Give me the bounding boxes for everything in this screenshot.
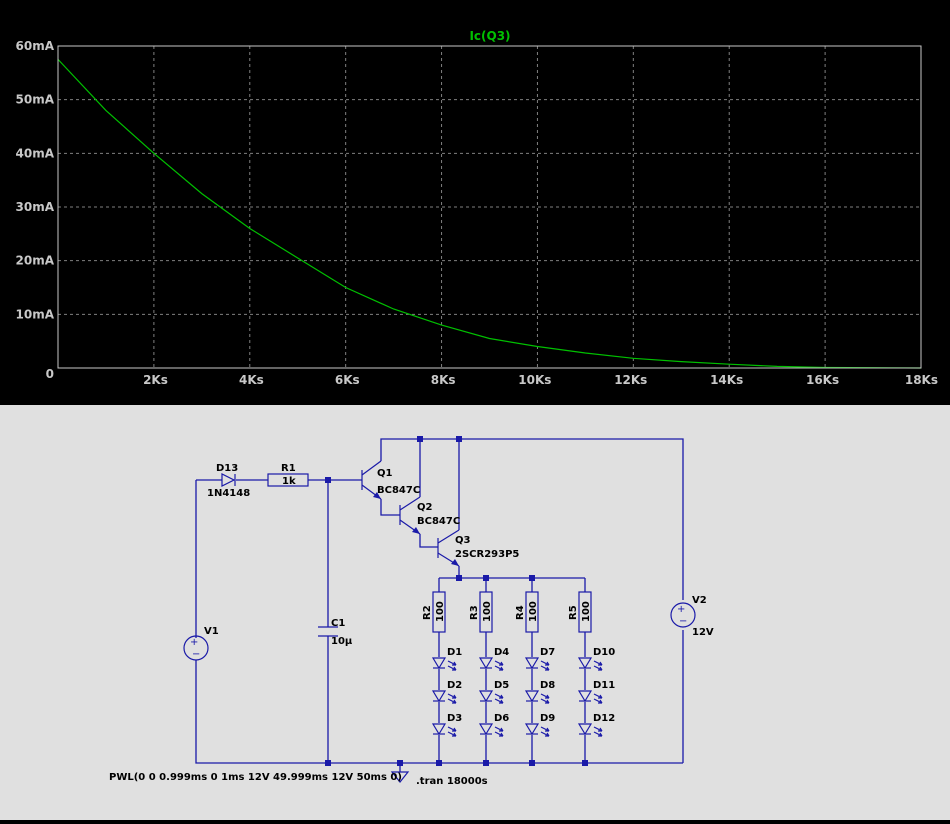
svg-text:100: 100 xyxy=(482,601,493,622)
schematic-editor[interactable]: D13 1N4148 R1 1k C1 10µ + − V1 + − V2 12… xyxy=(0,405,950,820)
svg-text:100: 100 xyxy=(435,601,446,622)
resistor-r2[interactable]: R2 100 xyxy=(422,591,446,633)
svg-text:−: − xyxy=(679,616,687,627)
svg-text:R1: R1 xyxy=(281,463,296,474)
svg-text:BC847C: BC847C xyxy=(377,485,420,496)
led-label: D10 xyxy=(593,647,615,658)
waveform-viewer[interactable]: Ic(Q3) 2Ks 4Ks 6Ks 8Ks 10Ks 12Ks 14Ks 16Ks 18Ks 0… xyxy=(0,0,950,405)
svg-text:100: 100 xyxy=(581,601,592,622)
trace-title[interactable]: Ic(Q3) xyxy=(469,29,510,43)
y-tick-label: 50mA xyxy=(16,93,55,107)
svg-text:1N4148: 1N4148 xyxy=(207,488,250,499)
led-label: D9 xyxy=(540,713,555,724)
svg-text:Q1: Q1 xyxy=(377,468,393,479)
svg-text:+: + xyxy=(190,637,198,648)
schematic-canvas[interactable]: D13 1N4148 R1 1k C1 10µ + − V1 + − V2 12… xyxy=(0,405,950,820)
led-label: D11 xyxy=(593,680,615,691)
x-tick-label: 4Ks xyxy=(239,373,264,387)
svg-text:R4: R4 xyxy=(515,605,526,620)
led-label: D7 xyxy=(540,647,555,658)
tran-directive[interactable]: .tran 18000s xyxy=(416,776,488,787)
svg-text:R3: R3 xyxy=(469,605,480,620)
transistor-q2[interactable]: Q2 BC847C xyxy=(399,496,460,535)
x-tick-label: 14Ks xyxy=(710,373,743,387)
x-tick-label: 16Ks xyxy=(806,373,839,387)
led-label: D5 xyxy=(494,680,509,691)
led-label: D2 xyxy=(447,680,462,691)
svg-text:V2: V2 xyxy=(692,595,707,606)
led-label: D4 xyxy=(494,647,509,658)
led-d3[interactable]: D3 xyxy=(431,713,462,737)
svg-text:−: − xyxy=(192,649,200,660)
led-d12[interactable]: D12 xyxy=(577,713,615,737)
svg-text:R5: R5 xyxy=(568,605,579,620)
voltage-source-v2[interactable]: + − V2 12V xyxy=(670,595,714,638)
y-tick-label: 0 xyxy=(46,367,54,381)
svg-text:R2: R2 xyxy=(422,605,433,620)
waveform-plot[interactable]: Ic(Q3) 2Ks 4Ks 6Ks 8Ks 10Ks 12Ks 14Ks 16Ks 18Ks 0… xyxy=(0,0,950,405)
trace-line[interactable] xyxy=(57,58,922,369)
svg-text:BC847C: BC847C xyxy=(417,516,460,527)
diode-d13[interactable]: D13 1N4148 xyxy=(207,463,250,499)
y-tick-label: 30mA xyxy=(16,200,55,214)
svg-text:+: + xyxy=(677,604,685,615)
led-d4[interactable]: D4 xyxy=(478,647,509,671)
pwl-directive[interactable]: PWL(0 0 0.999ms 0 1ms 12V 49.999ms 12V 5… xyxy=(109,772,402,783)
led-d2[interactable]: D2 xyxy=(431,680,462,704)
svg-text:C1: C1 xyxy=(331,618,345,629)
led-label: D12 xyxy=(593,713,615,724)
transistor-q1[interactable]: Q1 BC847C xyxy=(361,460,420,500)
x-tick-label: 18Ks xyxy=(905,373,938,387)
y-tick-label: 10mA xyxy=(16,307,55,321)
led-d5[interactable]: D5 xyxy=(478,680,509,704)
led-d1[interactable]: D1 xyxy=(431,647,462,671)
x-tick-label: 2Ks xyxy=(143,373,168,387)
led-array[interactable]: D1 D2 D3 D4 D5 D6 D7 D8 D9 D10 D11 D12 xyxy=(431,647,615,737)
led-label: D8 xyxy=(540,680,555,691)
capacitor-c1[interactable]: C1 10µ xyxy=(318,618,353,647)
led-label: D6 xyxy=(494,713,509,724)
svg-text:2SCR293P5: 2SCR293P5 xyxy=(455,549,519,560)
x-tick-label: 8Ks xyxy=(431,373,456,387)
x-tick-label: 10Ks xyxy=(518,373,551,387)
y-tick-label: 20mA xyxy=(16,254,55,268)
y-tick-label: 60mA xyxy=(16,39,55,53)
svg-text:D13: D13 xyxy=(216,463,238,474)
svg-text:Q3: Q3 xyxy=(455,535,471,546)
led-d7[interactable]: D7 xyxy=(524,647,555,671)
led-d11[interactable]: D11 xyxy=(577,680,615,704)
resistor-r1[interactable]: R1 1k xyxy=(267,463,309,487)
led-d6[interactable]: D6 xyxy=(478,713,509,737)
svg-text:100: 100 xyxy=(528,601,539,622)
x-tick-label: 6Ks xyxy=(335,373,360,387)
resistor-r5[interactable]: R5 100 xyxy=(568,591,592,633)
led-label: D1 xyxy=(447,647,462,658)
voltage-source-v1[interactable]: + − V1 xyxy=(183,626,219,661)
led-label: D3 xyxy=(447,713,462,724)
svg-text:Q2: Q2 xyxy=(417,502,433,513)
resistor-r3[interactable]: R3 100 xyxy=(469,591,493,633)
led-d9[interactable]: D9 xyxy=(524,713,555,737)
svg-text:V1: V1 xyxy=(204,626,219,637)
led-d10[interactable]: D10 xyxy=(577,647,615,671)
svg-text:1k: 1k xyxy=(282,476,296,487)
resistor-r4[interactable]: R4 100 xyxy=(515,591,539,633)
x-tick-label: 12Ks xyxy=(614,373,647,387)
svg-text:10µ: 10µ xyxy=(331,636,353,647)
y-tick-label: 40mA xyxy=(16,146,55,160)
transistor-q3[interactable]: Q3 2SCR293P5 xyxy=(437,529,519,567)
led-d8[interactable]: D8 xyxy=(524,680,555,704)
svg-text:12V: 12V xyxy=(692,627,714,638)
